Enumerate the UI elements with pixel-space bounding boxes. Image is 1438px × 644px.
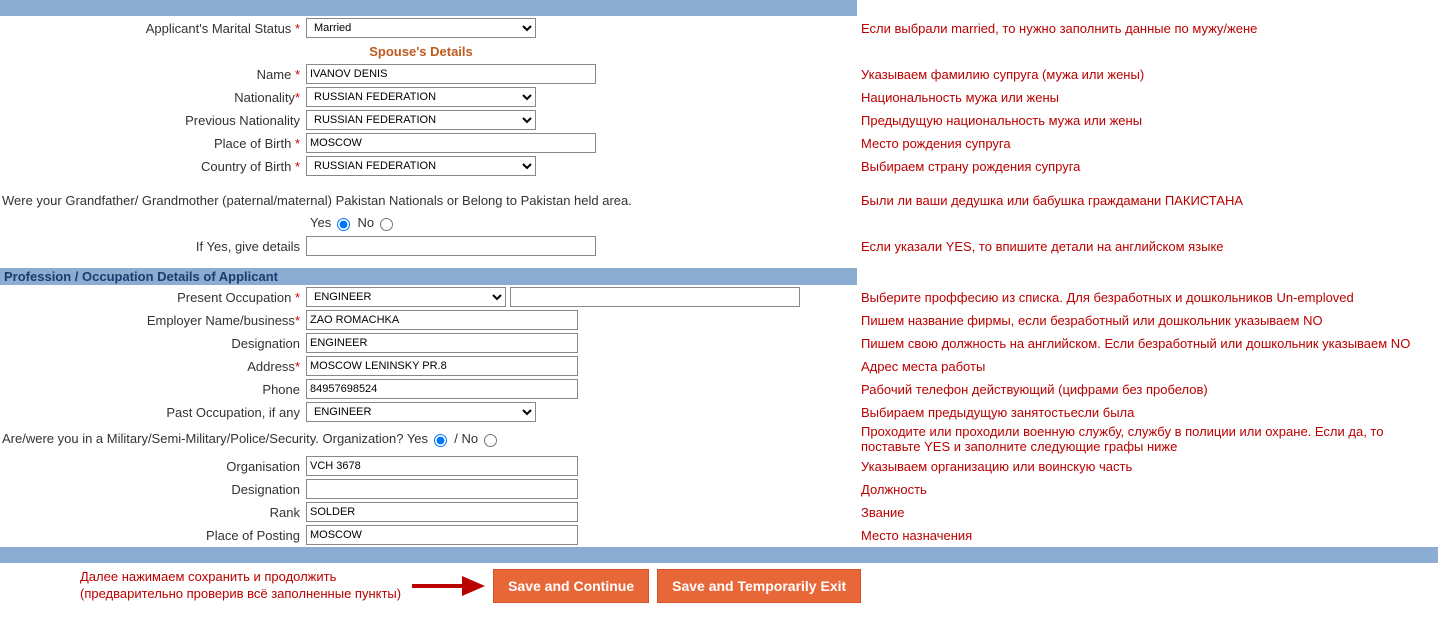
- posting-input[interactable]: [306, 525, 578, 545]
- past-occupation-label: Past Occupation, if any: [0, 405, 306, 420]
- save-continue-button[interactable]: Save and Continue: [493, 569, 649, 603]
- pakistan-no-radio[interactable]: [380, 218, 393, 231]
- save-exit-button[interactable]: Save and Temporarily Exit: [657, 569, 861, 603]
- spouse-name-label: Name *: [0, 67, 306, 82]
- pakistan-details-input[interactable]: [306, 236, 596, 256]
- phone-hint: Рабочий телефон действующий (цифрами без…: [857, 382, 1208, 397]
- mil-designation-hint: Должность: [857, 482, 927, 497]
- past-occupation-select[interactable]: ENGINEER: [306, 402, 536, 422]
- present-occupation-select[interactable]: ENGINEER: [306, 287, 506, 307]
- rank-input[interactable]: [306, 502, 578, 522]
- country-of-birth-hint: Выбираем страну рождения супруга: [857, 159, 1080, 174]
- military-yes-radio[interactable]: [434, 434, 447, 447]
- mil-designation-label: Designation: [0, 482, 306, 497]
- prev-nationality-select[interactable]: RUSSIAN FEDERATION: [306, 110, 536, 130]
- spouse-details-title: Spouse's Details: [306, 44, 536, 59]
- marital-status-hint: Если выбрали married, то нужно заполнить…: [857, 21, 1257, 36]
- address-input[interactable]: [306, 356, 578, 376]
- military-no-radio[interactable]: [484, 434, 497, 447]
- country-of-birth-label: Country of Birth *: [0, 159, 306, 174]
- place-of-birth-label: Place of Birth *: [0, 136, 306, 151]
- address-hint: Адрес места работы: [857, 359, 985, 374]
- pakistan-details-hint: Если указали YES, то впишите детали на а…: [857, 239, 1224, 254]
- rank-label: Rank: [0, 505, 306, 520]
- military-hint: Проходите или проходили военную службу, …: [857, 424, 1431, 454]
- phone-label: Phone: [0, 382, 306, 397]
- prev-nationality-label: Previous Nationality: [0, 113, 306, 128]
- marital-status-select[interactable]: Married: [306, 18, 536, 38]
- posting-label: Place of Posting: [0, 528, 306, 543]
- profession-section-header: Profession / Occupation Details of Appli…: [0, 268, 857, 285]
- country-of-birth-select[interactable]: RUSSIAN FEDERATION: [306, 156, 536, 176]
- address-label: Address*: [0, 359, 306, 374]
- designation-input[interactable]: [306, 333, 578, 353]
- present-occupation-label: Present Occupation *: [0, 290, 306, 305]
- place-of-birth-hint: Место рождения супруга: [857, 136, 1011, 151]
- employer-label: Employer Name/business*: [0, 313, 306, 328]
- prev-nationality-hint: Предыдущую национальность мужа или жены: [857, 113, 1142, 128]
- employer-input[interactable]: [306, 310, 578, 330]
- bottom-blue-bar: [0, 547, 1438, 563]
- place-of-birth-input[interactable]: [306, 133, 596, 153]
- spouse-nationality-select[interactable]: RUSSIAN FEDERATION: [306, 87, 536, 107]
- spouse-name-input[interactable]: [306, 64, 596, 84]
- pakistan-question: Were your Grandfather/ Grandmother (pate…: [0, 193, 632, 208]
- present-occupation-extra-input[interactable]: [510, 287, 800, 307]
- footer-instruction: Далее нажимаем сохранить и продолжить (п…: [80, 569, 401, 603]
- arrow-icon: [407, 571, 487, 601]
- marital-status-label: Applicant's Marital Status *: [0, 21, 306, 36]
- mil-designation-input[interactable]: [306, 479, 578, 499]
- designation-label: Designation: [0, 336, 306, 351]
- phone-input[interactable]: [306, 379, 578, 399]
- military-question: Are/were you in a Military/Semi-Military…: [0, 431, 501, 446]
- pakistan-yes-radio[interactable]: [337, 218, 350, 231]
- posting-hint: Место назначения: [857, 528, 972, 543]
- pakistan-yes-label: Yes: [310, 215, 331, 230]
- spouse-nationality-label: Nationality*: [0, 90, 306, 105]
- organisation-label: Organisation: [0, 459, 306, 474]
- spouse-nationality-hint: Национальность мужа или жены: [857, 90, 1059, 105]
- pakistan-no-label: No: [357, 215, 374, 230]
- organisation-hint: Указываем организацию или воинскую часть: [857, 459, 1132, 474]
- spouse-name-hint: Указываем фамилию супруга (мужа или жены…: [857, 67, 1144, 82]
- pakistan-hint: Были ли ваши дедушка или бабушка граждам…: [857, 193, 1243, 208]
- present-occupation-hint: Выберите проффесию из списка. Для безраб…: [857, 290, 1354, 305]
- top-blue-bar: [0, 0, 857, 16]
- past-occupation-hint: Выбираем предыдущую занятостьесли была: [857, 405, 1134, 420]
- pakistan-details-label: If Yes, give details: [0, 239, 306, 254]
- organisation-input[interactable]: [306, 456, 578, 476]
- designation-hint: Пишем свою должность на английском. Если…: [857, 336, 1410, 351]
- rank-hint: Звание: [857, 505, 905, 520]
- employer-hint: Пишем название фирмы, если безработный и…: [857, 313, 1323, 328]
